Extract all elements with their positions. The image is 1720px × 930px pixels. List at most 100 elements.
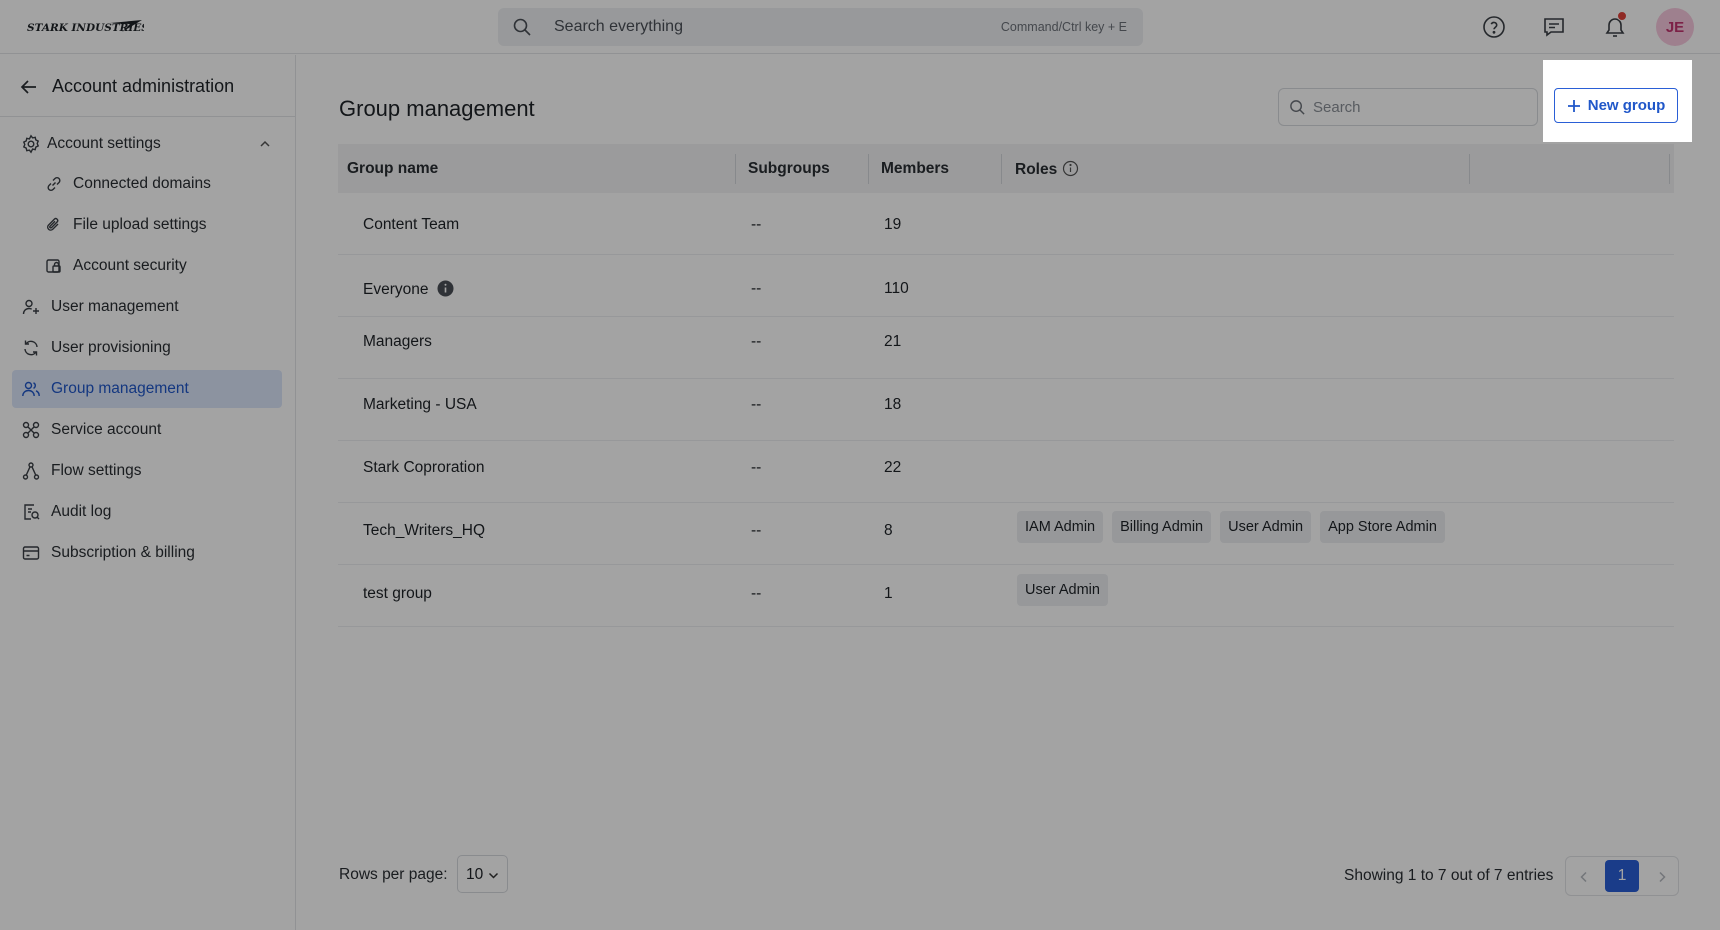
subgroups-cell: -- <box>751 585 762 602</box>
sidebar-item-account-settings[interactable]: Account settings <box>12 125 282 163</box>
sidebar-item-flow-settings[interactable]: Flow settings <box>12 452 282 490</box>
members-cell: 18 <box>884 396 902 413</box>
group-name-cell[interactable]: Marketing - USA <box>363 396 477 414</box>
info-icon[interactable] <box>1062 160 1079 177</box>
notifications-button[interactable] <box>1600 11 1630 42</box>
subgroups-cell: -- <box>751 396 762 413</box>
chevron-right-icon[interactable] <box>1655 870 1669 884</box>
subgroups-cell: -- <box>751 333 762 350</box>
help-icon <box>1483 16 1505 38</box>
members-cell: 19 <box>884 216 902 233</box>
sidebar-item-user-provisioning[interactable]: User provisioning <box>12 329 282 367</box>
message-icon <box>1544 18 1564 37</box>
sidebar-item-subscription-billing[interactable]: Subscription & billing <box>12 534 282 572</box>
new-group-button[interactable]: New group <box>1554 88 1678 123</box>
link-icon <box>47 176 61 192</box>
pagination: 1 <box>1565 856 1679 896</box>
sidebar-item-label: Group management <box>51 380 189 397</box>
group-name-cell[interactable]: test group <box>363 585 432 603</box>
help-button[interactable] <box>1479 12 1509 42</box>
table-row[interactable]: test group -- 1 User Admin <box>338 565 1674 627</box>
column-header-group-name[interactable]: Group name <box>347 160 438 178</box>
roles-cell: User Admin <box>1017 574 1108 606</box>
group-name-cell[interactable]: Everyone <box>363 280 454 299</box>
user-avatar[interactable]: JE <box>1656 8 1694 46</box>
new-group-label: New group <box>1587 97 1666 114</box>
group-name-cell[interactable]: Tech_Writers_HQ <box>363 522 485 540</box>
column-header-members[interactable]: Members <box>881 160 949 178</box>
sidebar-item-label: Subscription & billing <box>51 544 195 561</box>
gear-icon <box>22 134 40 154</box>
chevron-left-icon[interactable] <box>1577 870 1591 884</box>
group-name-cell[interactable]: Content Team <box>363 216 459 234</box>
new-group-highlight: New group <box>1543 60 1692 142</box>
table-row[interactable]: Stark Coproration -- 22 <box>338 441 1674 503</box>
group-search-input[interactable] <box>1313 97 1523 117</box>
sync-icon <box>24 340 38 356</box>
group-name-cell[interactable]: Managers <box>363 333 432 351</box>
role-chip: User Admin <box>1220 511 1312 543</box>
stark-industries-logo[interactable]: STARK INDUSTRIES <box>26 17 149 37</box>
entries-summary: Showing 1 to 7 out of 7 entries <box>1344 867 1554 884</box>
column-divider[interactable] <box>1669 154 1670 184</box>
search-icon <box>513 18 531 36</box>
sidebar: Account administration Account settings … <box>0 55 296 930</box>
notification-badge <box>1617 11 1627 21</box>
page-button-current[interactable]: 1 <box>1605 860 1639 892</box>
sidebar-item-service-account[interactable]: Service account <box>12 411 282 449</box>
users-icon <box>22 381 40 397</box>
group-name-cell[interactable]: Stark Coproration <box>363 459 484 477</box>
sidebar-item-connected-domains[interactable]: Connected domains <box>12 165 282 203</box>
sidebar-item-audit-log[interactable]: Audit log <box>12 493 282 531</box>
sidebar-item-label: File upload settings <box>73 216 207 233</box>
members-cell: 1 <box>884 585 893 602</box>
role-chip: Billing Admin <box>1112 511 1212 543</box>
table-row[interactable]: Managers -- 21 <box>338 317 1674 379</box>
paperclip-icon <box>47 217 59 231</box>
back-arrow-icon[interactable] <box>18 76 40 98</box>
chevron-up-icon[interactable] <box>258 137 272 151</box>
sidebar-title: Account administration <box>52 76 235 96</box>
sidebar-item-label: Audit log <box>51 503 112 520</box>
role-chip: App Store Admin <box>1320 511 1445 543</box>
column-divider[interactable] <box>735 154 736 184</box>
audit-log-icon <box>24 504 40 520</box>
service-icon <box>22 421 40 439</box>
sidebar-item-file-upload-settings[interactable]: File upload settings <box>12 206 282 244</box>
rows-per-page-select[interactable]: 10 <box>457 855 508 893</box>
column-header-roles[interactable]: Roles <box>1015 160 1079 179</box>
members-cell: 110 <box>884 280 909 297</box>
sidebar-item-account-security[interactable]: Account security <box>12 247 282 285</box>
table-header: Group name Subgroups Members Roles <box>338 144 1674 193</box>
plus-icon <box>1567 99 1580 112</box>
column-divider[interactable] <box>1001 154 1002 184</box>
global-search[interactable]: Search everything Command/Ctrl key + E <box>498 8 1143 46</box>
lock-icon <box>46 259 61 273</box>
table-row[interactable]: Everyone -- 110 <box>338 255 1674 317</box>
search-shortcut-hint: Command/Ctrl key + E <box>1000 20 1127 34</box>
dim-overlay <box>1692 60 1720 142</box>
column-divider[interactable] <box>868 154 869 184</box>
page-title: Group management <box>339 96 535 121</box>
column-divider[interactable] <box>1469 154 1470 184</box>
top-bar: STARK INDUSTRIES Search everything Comma… <box>0 0 1720 54</box>
column-header-subgroups[interactable]: Subgroups <box>748 160 830 178</box>
members-cell: 8 <box>884 522 893 539</box>
sidebar-item-label: Account settings <box>47 135 161 152</box>
chevron-down-icon <box>488 872 499 879</box>
sidebar-item-user-management[interactable]: User management <box>12 288 282 326</box>
sidebar-item-group-management[interactable]: Group management <box>12 370 282 408</box>
role-chip: User Admin <box>1017 574 1108 606</box>
members-cell: 22 <box>884 459 902 476</box>
table-row[interactable]: Content Team -- 19 <box>338 193 1674 255</box>
group-search[interactable] <box>1278 88 1538 126</box>
billing-icon <box>22 546 40 560</box>
info-filled-icon[interactable] <box>437 280 454 297</box>
messages-button[interactable] <box>1539 12 1569 42</box>
table-row[interactable]: Tech_Writers_HQ -- 8 IAM Admin Billing A… <box>338 503 1674 565</box>
subgroups-cell: -- <box>751 522 762 539</box>
table-row[interactable]: Marketing - USA -- 18 <box>338 379 1674 441</box>
subgroups-cell: -- <box>751 459 762 476</box>
sidebar-item-label: User management <box>51 298 179 315</box>
subgroups-cell: -- <box>751 280 762 297</box>
